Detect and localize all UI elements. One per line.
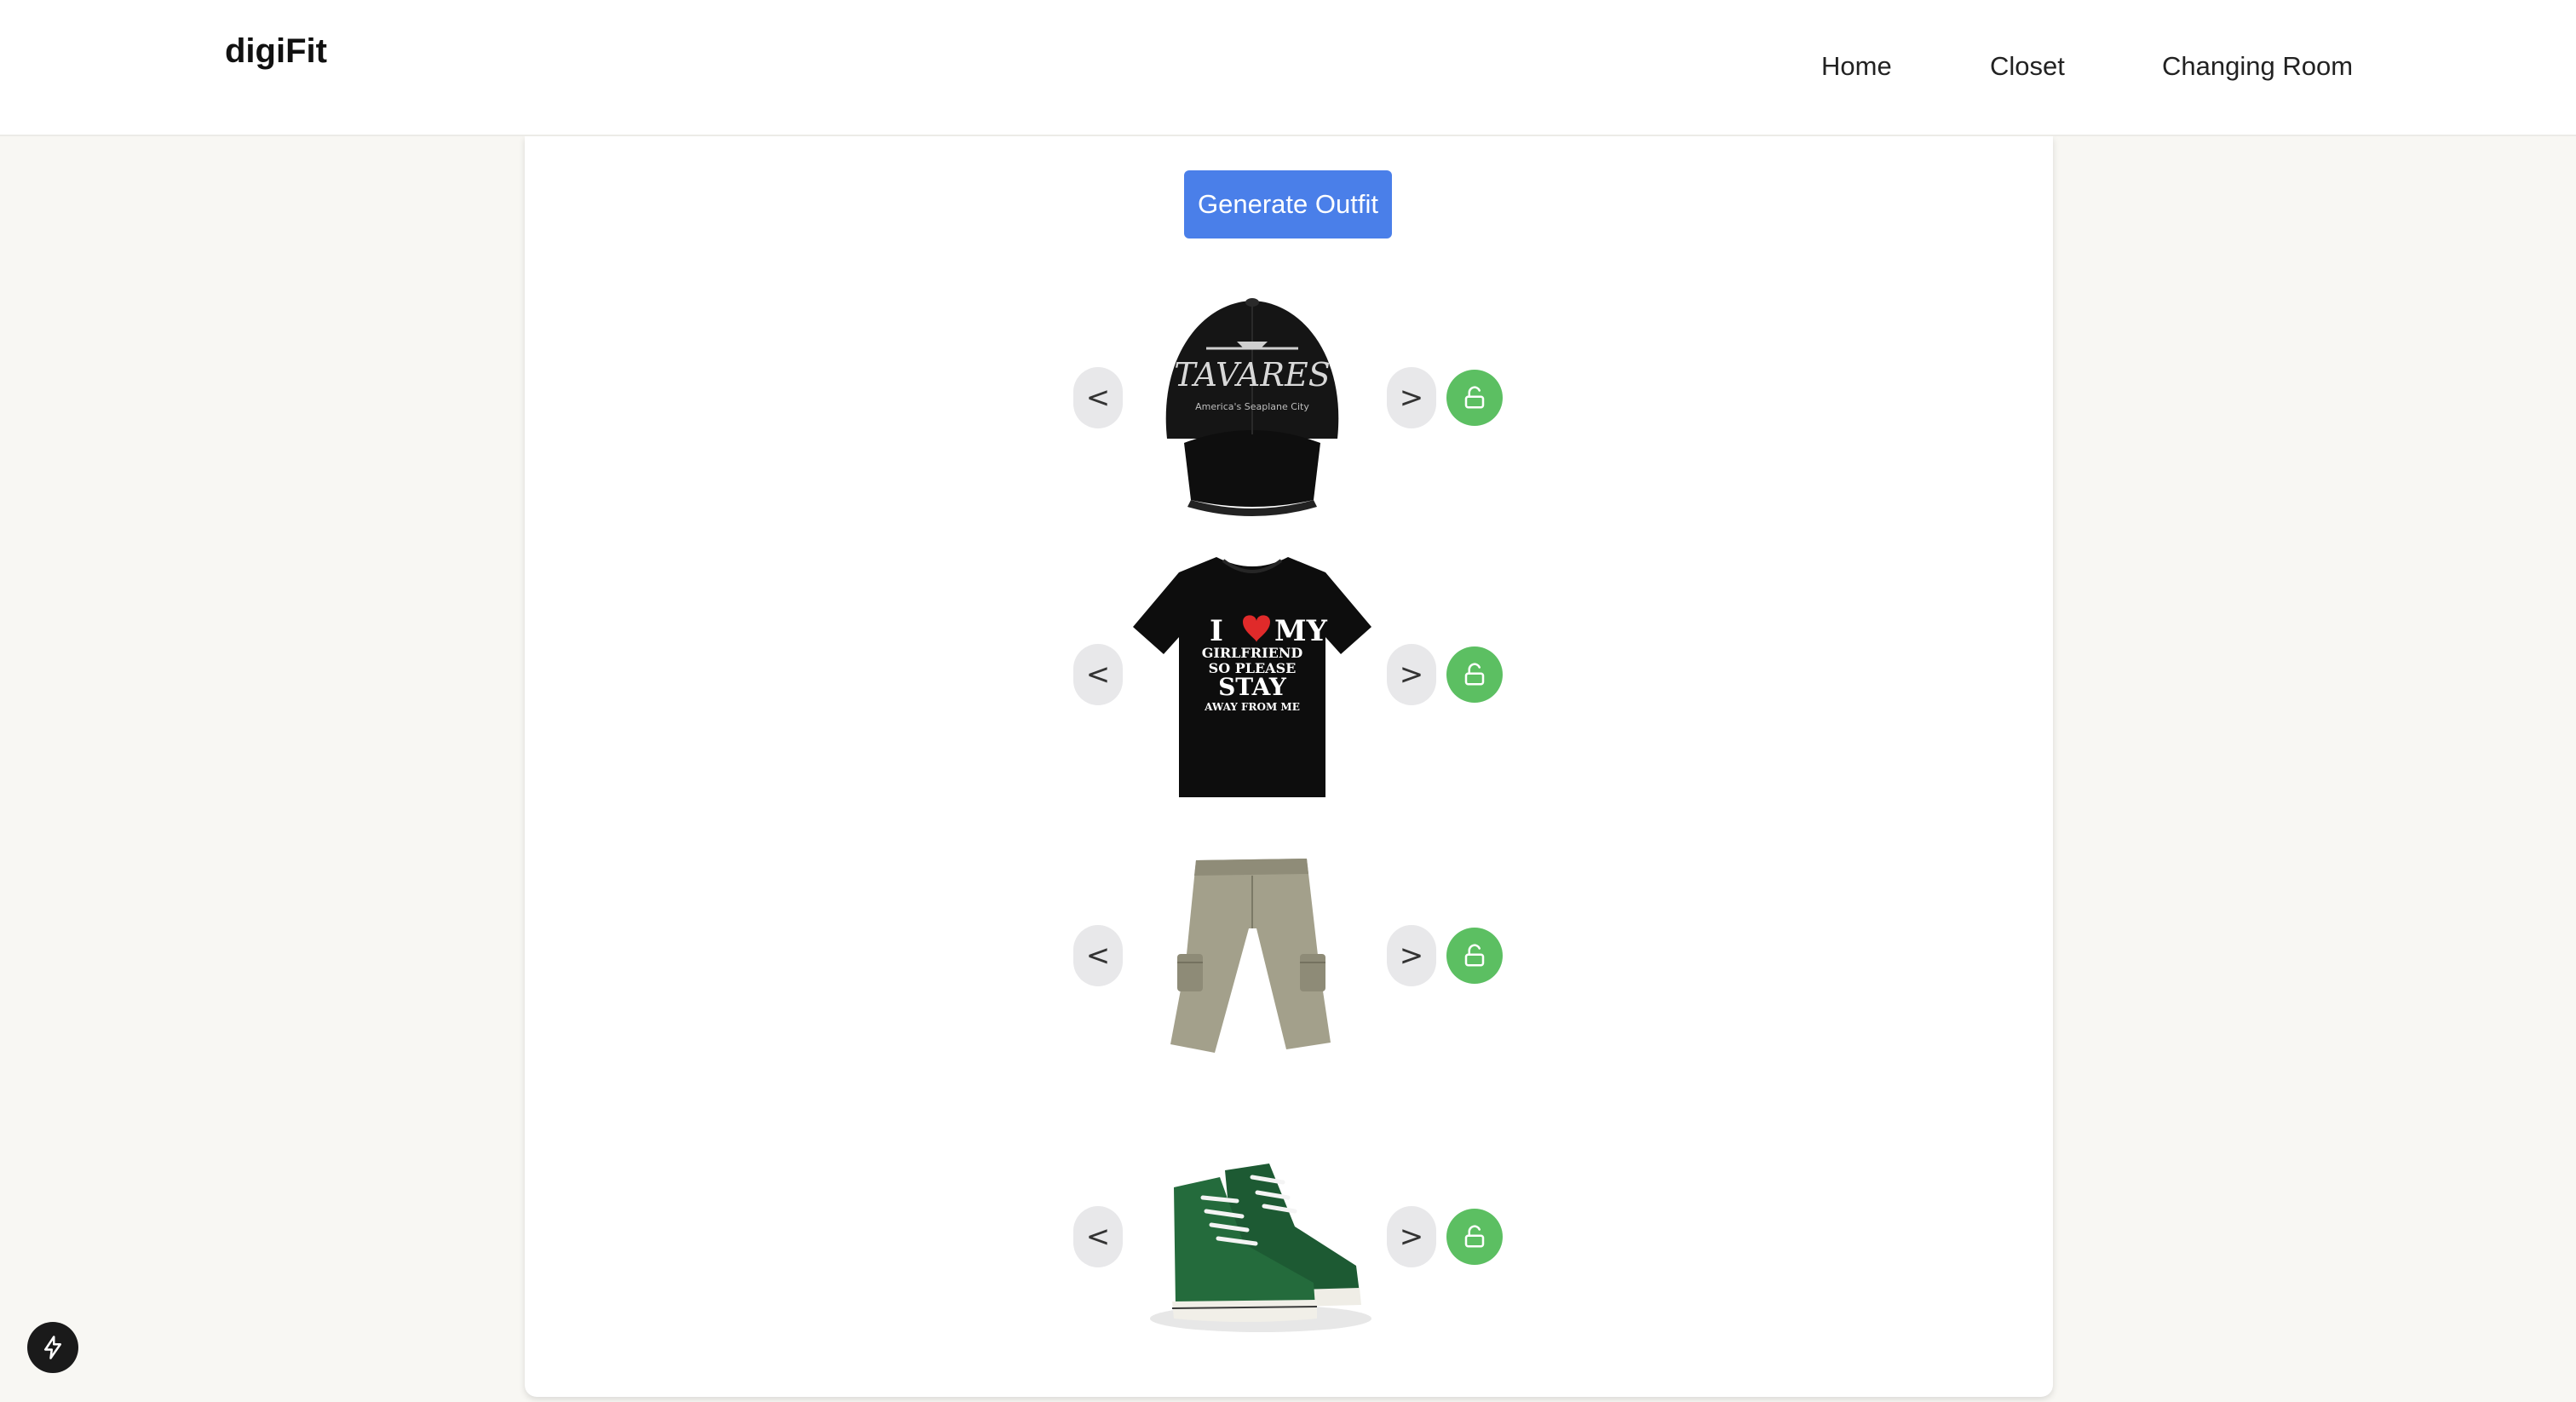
outfit-row-shirt: < I MY GIRLFRIEND SO PLEASE STAY AWAY FR… [0,554,2576,809]
shoes-prev-button[interactable]: < [1073,1206,1123,1267]
shoes-image [1150,1164,1371,1332]
unlock-icon [1464,663,1485,686]
nav-link-home[interactable]: Home [1821,51,1892,82]
shirt-print-line: GIRLFRIEND [1202,645,1303,661]
shirt-next-button[interactable]: > [1387,644,1436,705]
outfit-row-shoes: < > [0,1116,2576,1371]
nav-link-changing-room[interactable]: Changing Room [2162,51,2353,82]
shoes-lock-button[interactable] [1446,1209,1503,1265]
hat-image: TAVARES America's Seaplane City [1165,298,1339,516]
unlock-icon [1464,386,1485,409]
pants-prev-button[interactable]: < [1073,925,1123,986]
pants-lock-button[interactable] [1446,928,1503,984]
outfit-row-pants: < > [0,835,2576,1090]
pants-next-button[interactable]: > [1387,925,1436,986]
lightning-icon [44,1336,61,1359]
hat-print-main: TAVARES [1174,356,1331,394]
nav-link-closet[interactable]: Closet [1990,51,2065,82]
shirt-image: I MY GIRLFRIEND SO PLEASE STAY AWAY FROM… [1133,557,1371,797]
shirt-print-line: AWAY FROM ME [1204,701,1300,713]
shirt-print-line: STAY [1218,673,1287,701]
shirt-lock-button[interactable] [1446,646,1503,703]
hat-print-sub: America's Seaplane City [1195,401,1309,412]
unlock-icon [1464,944,1485,967]
pants-image [1170,859,1331,1053]
unlock-icon [1464,1225,1485,1248]
shirt-print-line: I [1210,614,1223,648]
hat-next-button[interactable]: > [1387,367,1436,428]
brand-logo[interactable]: digiFit [225,32,327,71]
dev-tools-button[interactable] [27,1322,78,1373]
shirt-prev-button[interactable]: < [1073,644,1123,705]
hat-lock-button[interactable] [1446,370,1503,426]
generate-outfit-button[interactable]: Generate Outfit [1184,170,1392,238]
hat-prev-button[interactable]: < [1073,367,1123,428]
top-navbar: digiFit Home Closet Changing Room [0,0,2576,136]
shoes-next-button[interactable]: > [1387,1206,1436,1267]
shirt-print-line: MY [1274,614,1328,648]
outfit-row-hat: < TAVARES America's Seaplane City > [0,277,2576,532]
